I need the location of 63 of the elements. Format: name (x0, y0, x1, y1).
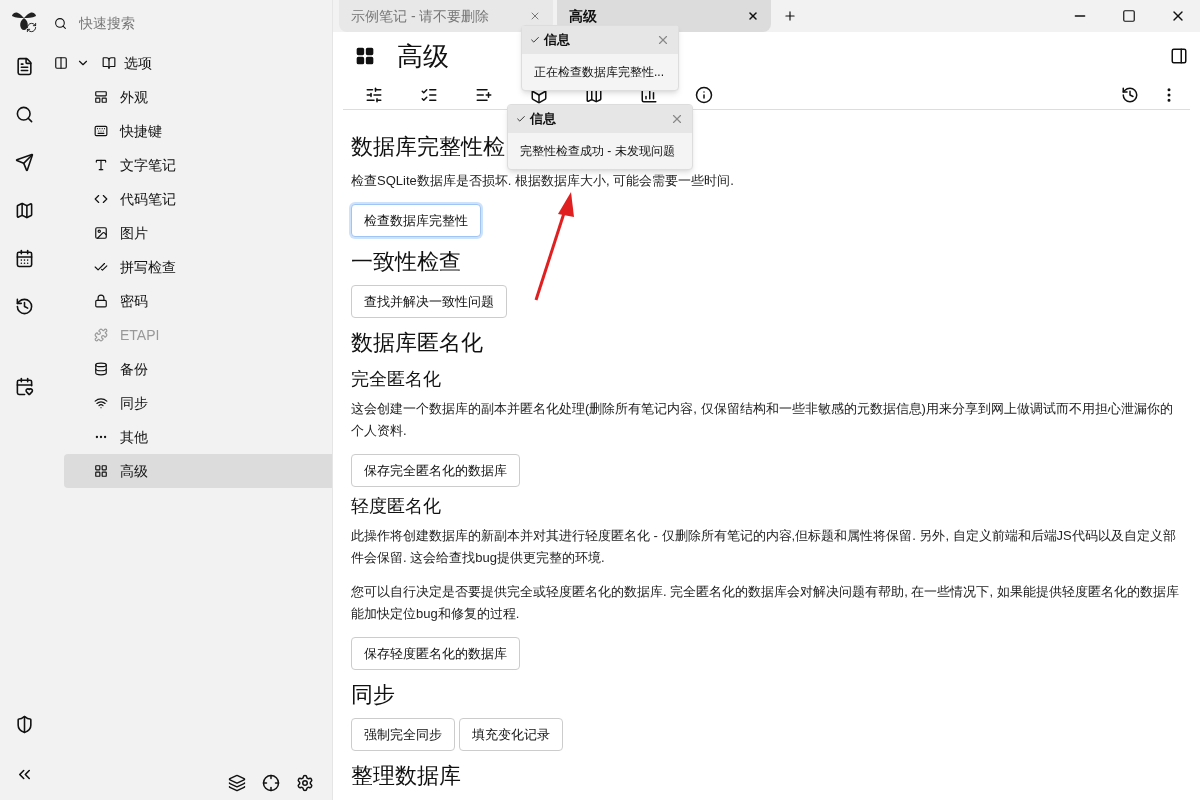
action-button[interactable]: 检查数据库完整性 (351, 204, 481, 237)
description-text: 您可以自行决定是否要提供完全或轻度匿名化的数据库. 完全匿名化的数据库会对解决问题有帮助, 在一些情况下, 如果能提供轻度匿名化的数据库能加快定位bug和修复的过程. (351, 583, 1180, 623)
grid-icon (355, 46, 375, 66)
add-tab-icon[interactable] (783, 9, 797, 23)
image-icon (94, 226, 108, 240)
layers-icon[interactable] (228, 774, 246, 792)
check-icon (516, 114, 526, 124)
settings-icon[interactable] (296, 774, 314, 792)
action-button[interactable]: 保存轻度匿名化的数据库 (351, 637, 520, 670)
subsection-heading: 轻度匿名化 (351, 495, 442, 518)
close-icon[interactable] (747, 10, 759, 22)
tree-item[interactable]: 快捷键 (64, 114, 332, 148)
wifi-icon (94, 396, 108, 410)
tree-item[interactable]: 密码 (64, 284, 332, 318)
toast-message: 完整性检查成功 - 未发现问题 (519, 143, 676, 160)
section-heading: 同步 (351, 681, 395, 709)
panel-icon[interactable] (54, 56, 68, 70)
tree-item[interactable]: 备份 (64, 352, 332, 386)
toast-message: 正在检查数据库完整性... (533, 64, 665, 81)
code-icon (94, 192, 108, 206)
tree-item[interactable]: 拼写检查 (64, 250, 332, 284)
tree-item[interactable]: 选项 (124, 52, 152, 74)
action-button[interactable]: 填充变化记录 (459, 718, 563, 751)
tree-item[interactable]: 高级 (64, 454, 332, 488)
tree-item[interactable]: 图片 (64, 216, 332, 250)
tree-item[interactable]: 外观 (64, 80, 332, 114)
search-icon (54, 16, 67, 30)
toast-title: 信息 (544, 31, 570, 50)
toast-title: 信息 (530, 110, 556, 129)
database-icon (94, 362, 108, 376)
section-heading: 整理数据库 (351, 762, 461, 790)
search-field[interactable]: 快速搜索 (79, 12, 279, 34)
action-button[interactable]: 保存完全匿名化的数据库 (351, 454, 520, 487)
tree-item[interactable]: 代码笔记 (64, 182, 332, 216)
info-icon[interactable] (695, 85, 713, 104)
check-icon (530, 35, 540, 45)
crosshair-icon[interactable] (262, 774, 280, 792)
action-button[interactable]: 查找并解决一致性问题 (351, 285, 507, 318)
keyboard-icon (94, 124, 108, 138)
book-icon (102, 56, 116, 70)
side-panel-icon[interactable] (1170, 47, 1188, 65)
grid-icon (94, 464, 108, 478)
description-text: 检查SQLite数据库是否损坏. 根据数据库大小, 可能会需要一些时间. (351, 172, 735, 190)
lock-icon (94, 294, 108, 308)
tree-item[interactable]: 文字笔记 (64, 148, 332, 182)
description-text: 这会创建一个数据库的副本并匿名化处理(删除所有笔记内容, 仅保留结构和一些非敏感的元数据信息)用来分享到网上做调试而不用担心泄漏你的个人资料. (351, 400, 1174, 440)
tree-item[interactable]: 其他 (64, 420, 332, 454)
section-heading: 一致性检查 (351, 248, 461, 276)
history-icon[interactable] (1121, 85, 1139, 104)
sliders-icon[interactable] (365, 85, 383, 104)
subsection-heading: 完全匿名化 (351, 368, 442, 391)
note-title: 高级 (397, 39, 449, 73)
maximize-icon[interactable] (1122, 9, 1136, 23)
section-heading: 数据库完整性检 (351, 133, 505, 161)
double-check-icon (94, 260, 108, 274)
description-text: 此操作将创建数据库的新副本并对其进行轻度匿名化 - 仅删除所有笔记的内容,但标题和属性将保留. 另外, 自定义前端和后端JS代码以及自定义部件会保留. 这会给查找bug提供更完整的环境. (351, 527, 1177, 567)
puzzle-icon (94, 328, 108, 342)
layout-icon (94, 90, 108, 104)
tree-item[interactable]: 同步 (64, 386, 332, 420)
action-button[interactable]: 强制完全同步 (351, 718, 455, 751)
section-heading: 数据库匿名化 (351, 329, 483, 357)
tab[interactable]: 示例笔记 - 请不要删除 (339, 0, 553, 32)
text-icon (94, 158, 108, 172)
